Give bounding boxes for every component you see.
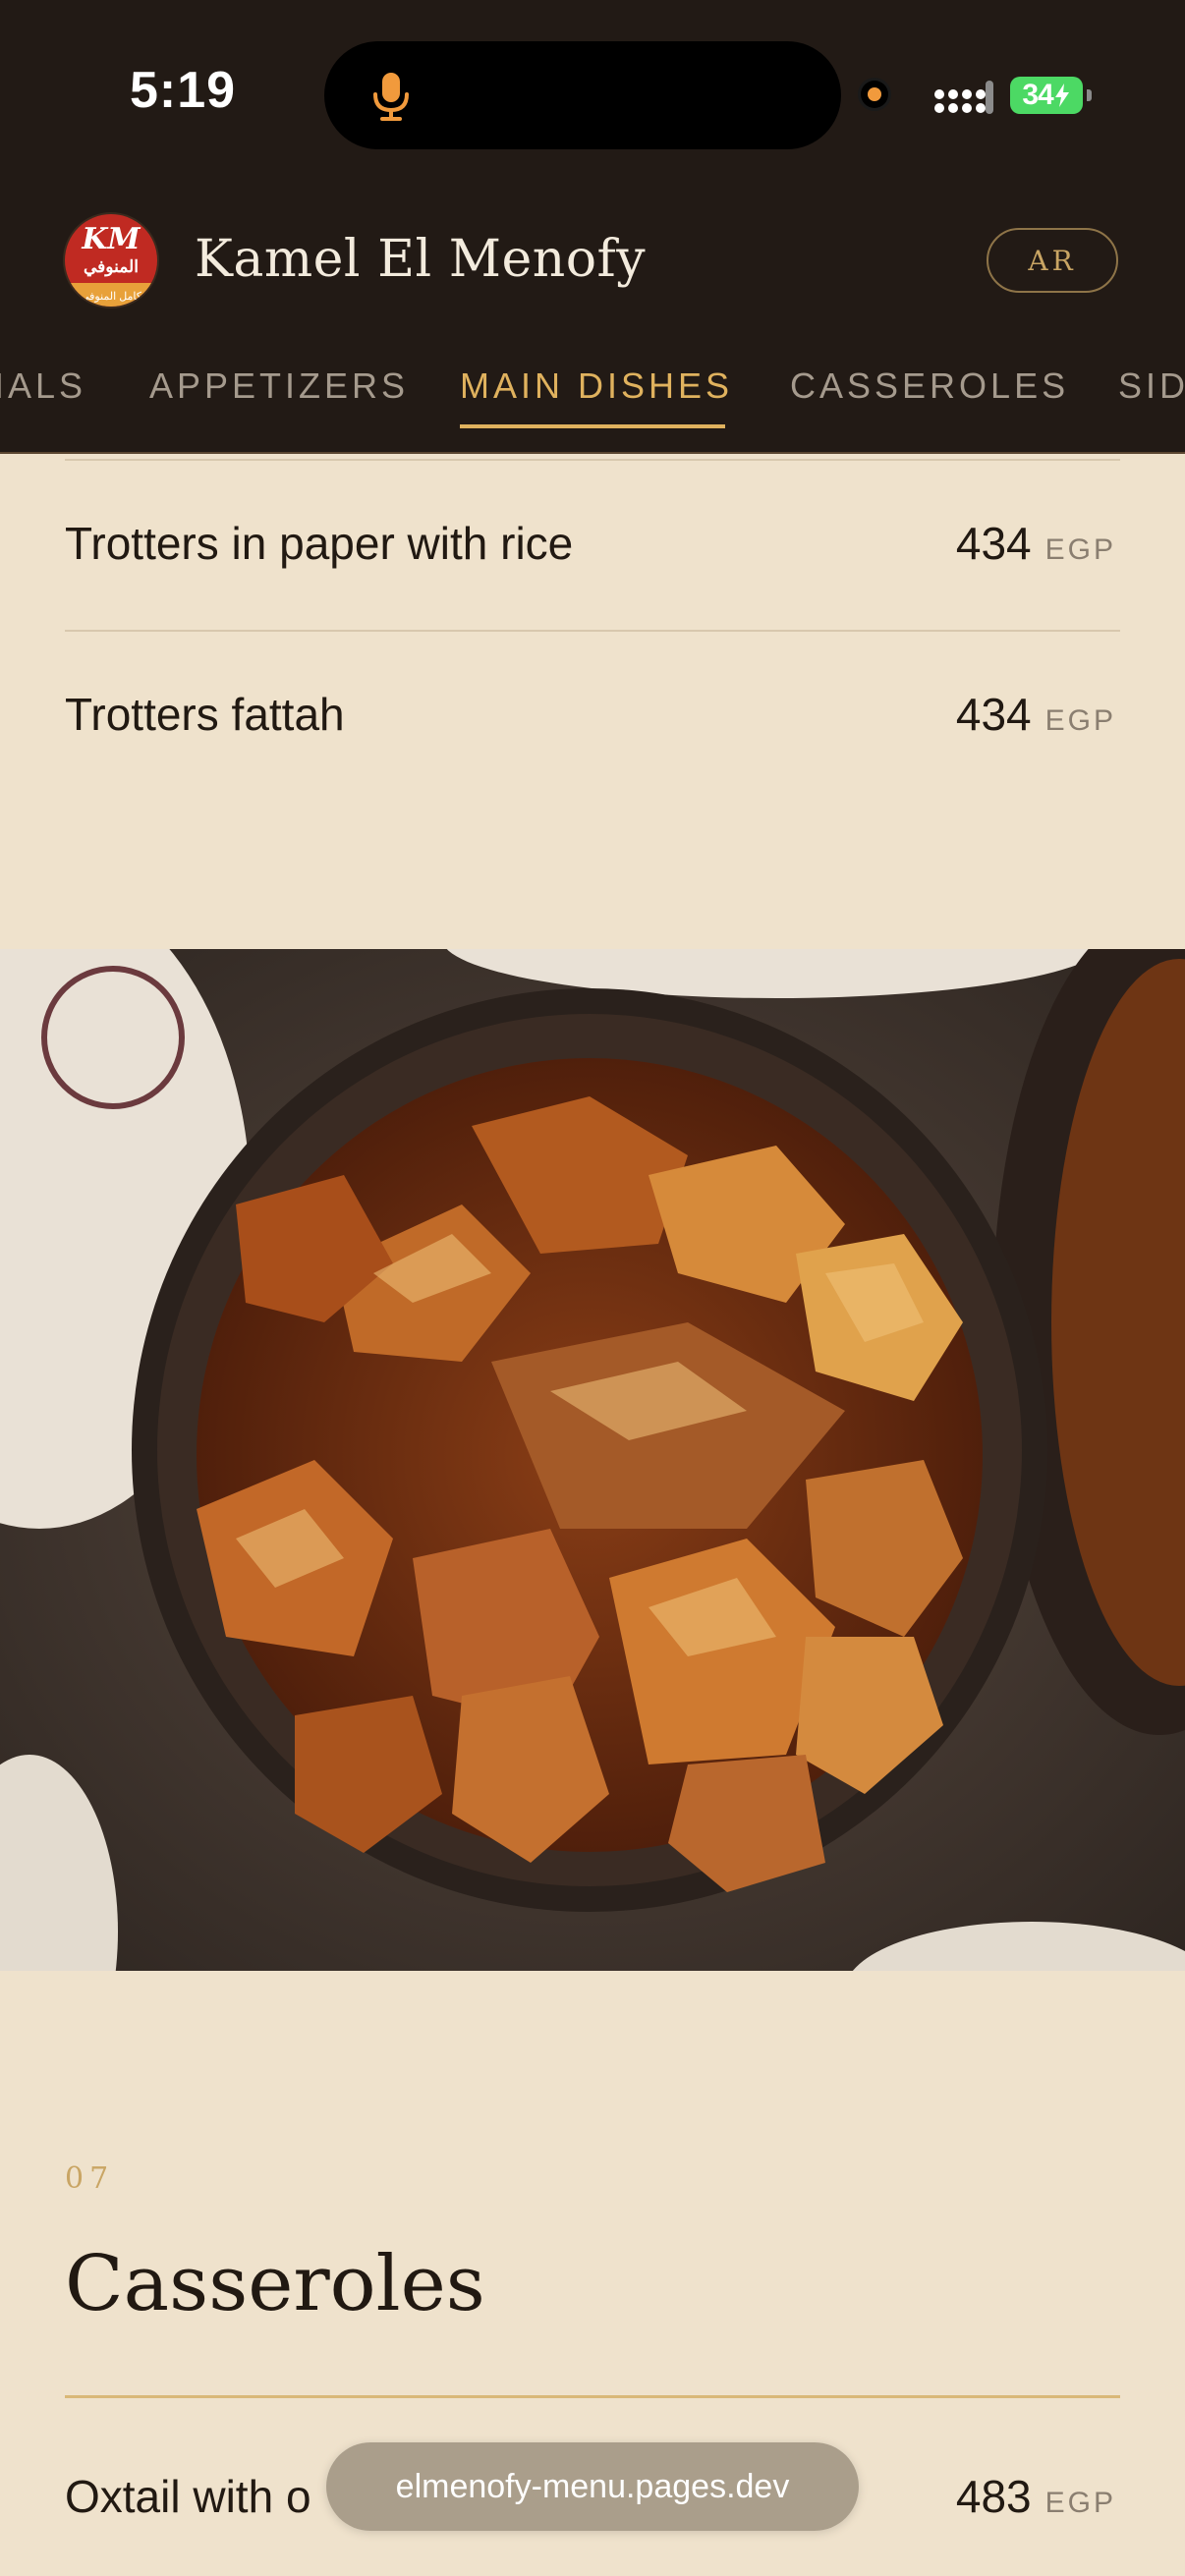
tab-sides[interactable]: SID — [1118, 365, 1185, 407]
price-currency: EGP — [1044, 2487, 1116, 2519]
dish-photo — [0, 949, 1185, 1971]
active-tab-indicator — [460, 424, 725, 428]
tab-casseroles[interactable]: CASSEROLES — [790, 365, 1069, 407]
status-time: 5:19 — [130, 62, 237, 119]
price-value: 483 — [955, 2471, 1032, 2522]
language-toggle-button[interactable]: AR — [987, 228, 1118, 293]
tab-meals[interactable]: IALS — [0, 365, 86, 407]
section-divider — [65, 2395, 1120, 2398]
menu-item-price: 483 EGP — [956, 2470, 1116, 2523]
divider — [65, 630, 1120, 632]
browser-url-bar[interactable]: elmenofy-menu.pages.dev — [326, 2442, 859, 2531]
price-currency: EGP — [1044, 533, 1116, 566]
cellular-signal-icon — [934, 81, 993, 114]
menu-item-price: 434 EGP — [956, 688, 1116, 741]
site-header: KM المنوفي كامل المنوفي Kamel El Menofy … — [0, 187, 1185, 454]
status-bar: 5:19 34 — [0, 0, 1185, 187]
restaurant-logo[interactable]: KM المنوفي كامل المنوفي — [65, 214, 157, 307]
divider — [65, 459, 1120, 461]
menu-item-name: Oxtail with o — [65, 2471, 311, 2522]
section-number: 07 — [65, 2161, 115, 2196]
tab-appetizers[interactable]: APPETIZERS — [149, 365, 409, 407]
category-tabs: IALS APPETIZERS MAIN DISHES CASSEROLES S… — [0, 344, 1185, 452]
battery-level: 34 — [1022, 79, 1053, 111]
price-currency: EGP — [1044, 704, 1116, 737]
brand-name: Kamel El Menofy — [195, 230, 647, 289]
tab-main-dishes[interactable]: MAIN DISHES — [460, 365, 733, 407]
charging-bolt-icon — [1054, 84, 1069, 107]
dynamic-island — [324, 41, 841, 149]
menu-item-name: Trotters fattah — [65, 689, 345, 740]
menu-item-name: Trotters in paper with rice — [65, 518, 574, 569]
section-title: Casseroles — [65, 2240, 485, 2328]
menu-item-price: 434 EGP — [956, 517, 1116, 570]
price-value: 434 — [955, 518, 1032, 569]
microphone-icon — [373, 73, 409, 121]
price-value: 434 — [955, 689, 1032, 740]
battery-icon: 34 — [1010, 77, 1092, 114]
camera-indicator-icon — [861, 81, 888, 108]
